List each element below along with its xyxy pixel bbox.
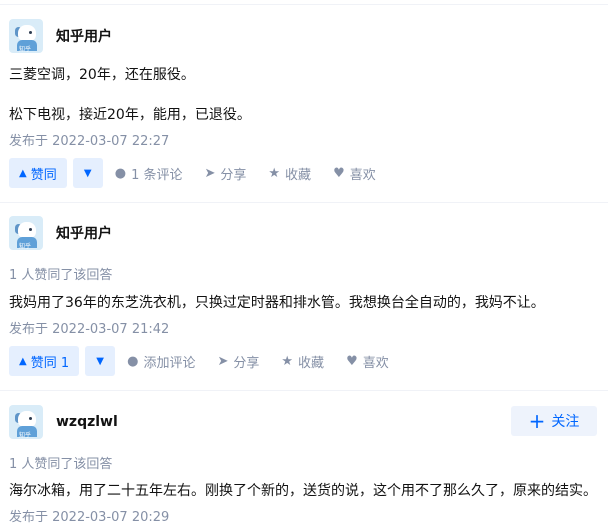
comment-icon: ● (127, 353, 139, 369)
share-label: 分享 (233, 355, 260, 371)
like-label: 喜欢 (349, 167, 376, 183)
answer-author: 知乎 知乎用户 (9, 19, 112, 53)
avatar[interactable]: 知乎 (9, 405, 43, 439)
comment-button[interactable]: ● 添加评论 (127, 352, 195, 371)
vote-up-button[interactable]: ▲ 赞同 1 (9, 346, 80, 376)
comment-label: 1 条评论 (131, 167, 183, 183)
author-name[interactable]: 知乎用户 (56, 26, 112, 46)
share-button[interactable]: ➤ 分享 (217, 352, 259, 371)
answer-text-line: 海尔冰箱，用了二十五年左右。刚换了个新的，送货的说，这个用不了那么久了，原来的结… (9, 483, 597, 499)
collect-button[interactable]: ★ 收藏 (268, 164, 311, 183)
star-icon: ★ (281, 353, 294, 369)
answer-text-line: 松下电视，接近20年，能用，已退役。 (9, 107, 251, 123)
vote-down-button[interactable]: ▼ (72, 158, 103, 188)
share-button[interactable]: ➤ 分享 (204, 164, 246, 183)
like-button[interactable]: ♥ 喜欢 (333, 164, 376, 183)
share-label: 分享 (220, 167, 247, 183)
agree-note: 1 人赞同了该回答 (9, 457, 113, 472)
vote-down-button[interactable]: ▼ (85, 346, 116, 376)
star-icon: ★ (268, 165, 281, 181)
avatar[interactable]: 知乎 (9, 19, 43, 53)
publish-date[interactable]: 发布于 2022-03-07 22:27 (9, 130, 169, 149)
triangle-up-icon: ▲ (19, 355, 27, 367)
collect-label: 收藏 (298, 355, 325, 371)
share-icon: ➤ (204, 165, 216, 181)
triangle-down-icon: ▼ (96, 355, 104, 367)
author-name[interactable]: 知乎用户 (56, 223, 112, 243)
agree-note: 1 人赞同了该回答 (9, 268, 113, 283)
collect-label: 收藏 (285, 167, 312, 183)
avatar[interactable]: 知乎 (9, 216, 43, 250)
triangle-down-icon: ▼ (83, 167, 92, 179)
heart-icon: ♥ (346, 353, 358, 369)
heart-icon: ♥ (333, 165, 345, 181)
answer-author: 知乎 wzqzlwl (9, 405, 118, 439)
publish-date[interactable]: 发布于 2022-03-07 21:42 (9, 318, 169, 337)
like-button[interactable]: ♥ 喜欢 (346, 352, 389, 371)
vote-up-label: 赞同 1 (30, 355, 70, 371)
follow-label: 关注 (551, 414, 580, 430)
share-icon: ➤ (217, 353, 229, 369)
answer-author: 知乎 知乎用户 (9, 216, 112, 250)
like-label: 喜欢 (362, 355, 389, 371)
answer-text-line: 三菱空调，20年，还在服役。 (9, 67, 195, 83)
divider (0, 202, 608, 203)
follow-button[interactable]: + 关注 (511, 406, 597, 436)
vote-up-label: 赞同 (30, 167, 57, 183)
comment-label: 添加评论 (143, 355, 196, 371)
author-name[interactable]: wzqzlwl (56, 414, 118, 430)
answer-text-line: 我妈用了36年的东芝洗衣机，只换过定时器和排水管。我想换台全自动的，我妈不让。 (9, 295, 545, 311)
comment-button[interactable]: ● 1 条评论 (115, 164, 183, 183)
divider (0, 390, 608, 391)
plus-icon: + (528, 409, 546, 433)
collect-button[interactable]: ★ 收藏 (281, 352, 324, 371)
divider (0, 4, 608, 5)
publish-date[interactable]: 发布于 2022-03-07 20:29 (9, 506, 169, 525)
vote-up-button[interactable]: ▲ 赞同 (9, 158, 67, 188)
comment-icon: ● (114, 165, 127, 181)
triangle-up-icon: ▲ (19, 167, 27, 179)
action-bar: ▲ 赞同 ▼ ● 1 条评论 ➤ 分享 ★ 收藏 ♥ 喜欢 (9, 158, 376, 188)
action-bar: ▲ 赞同 1 ▼ ● 添加评论 ➤ 分享 ★ 收藏 ♥ 喜欢 (9, 346, 389, 376)
